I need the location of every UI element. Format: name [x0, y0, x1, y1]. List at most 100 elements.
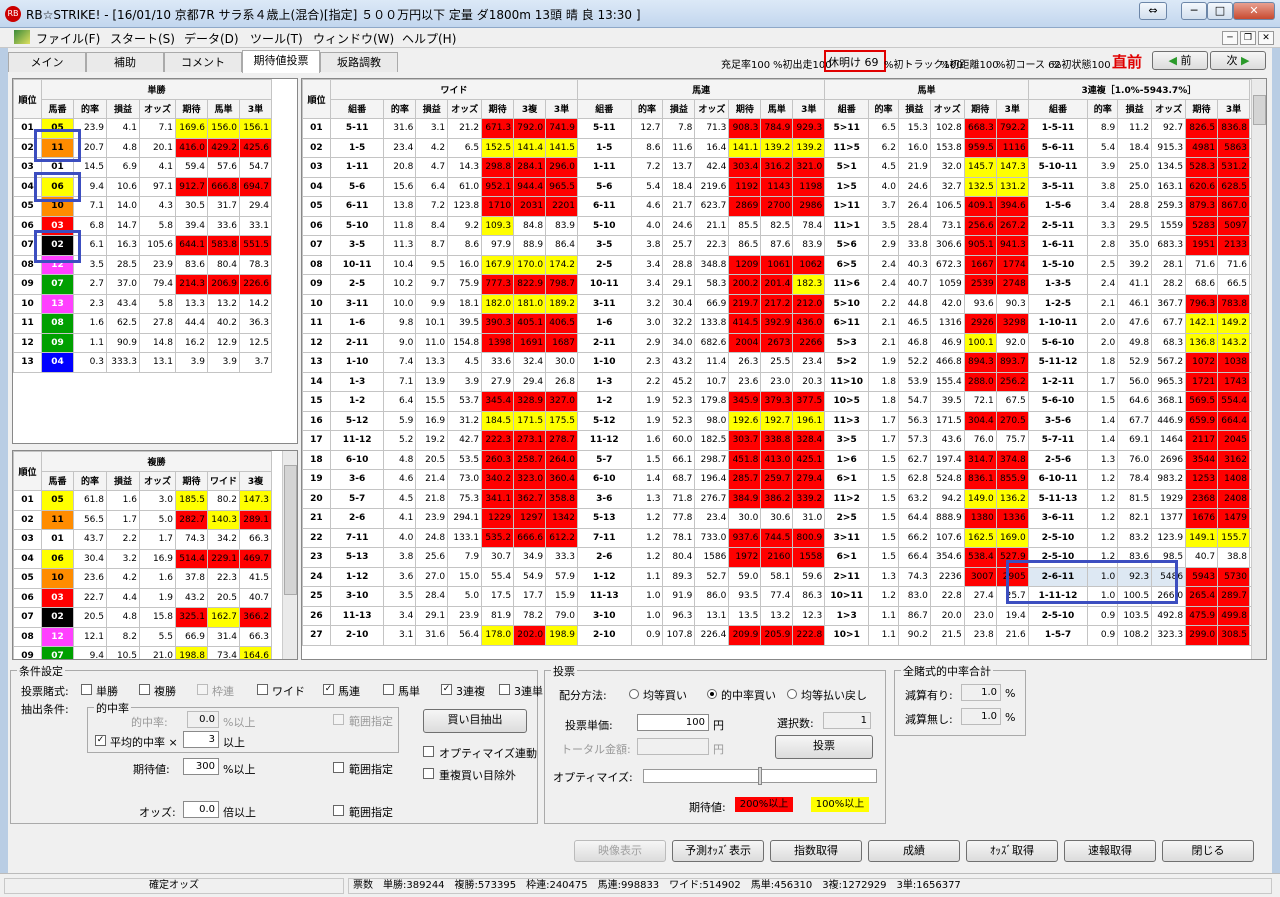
- table-row[interactable]: 09 07 9.4 10.5 21.0 198.8 73.4 164.6: [13, 646, 273, 659]
- expect-input[interactable]: [183, 758, 219, 775]
- results-button[interactable]: 成績: [868, 840, 960, 862]
- combo-scrollbar[interactable]: [1251, 79, 1266, 659]
- table-row[interactable]: 06 5-10 11.8 8.4 9.2 109.3 84.8 83.9 5-10 4.0 24.6…: [302, 215, 1266, 236]
- table-row[interactable]: 10 13 2.3 43.4 5.8 13.3 13.2 14.2: [13, 293, 272, 314]
- index-fetch-button[interactable]: 指数取得: [770, 840, 862, 862]
- dedupe-checkbox[interactable]: [423, 768, 434, 779]
- prev-button[interactable]: ◀ 前: [1152, 51, 1208, 70]
- table-row[interactable]: 01 05 61.8 1.6 3.0 185.5 80.2 147.3: [13, 490, 273, 511]
- table-row[interactable]: 13 1-10 7.4 13.3 4.5 33.6 32.4 30.0 1-10 2.3 43.2 1…: [302, 352, 1266, 373]
- bet-checkbox-7[interactable]: [499, 684, 510, 695]
- flash-fetch-button[interactable]: 速報取得: [1064, 840, 1156, 862]
- total-input[interactable]: [637, 738, 709, 755]
- table-row[interactable]: 07 02 20.5 4.8 15.8 325.1 162.7 366.2: [13, 607, 273, 628]
- place-scrollbar[interactable]: [282, 451, 297, 659]
- maximize-icon[interactable]: □: [1207, 2, 1233, 20]
- menu-tools[interactable]: ツール(T): [250, 30, 303, 47]
- table-row[interactable]: 14 1-3 7.1 13.9 3.9 27.9 29.4 26.8 1-3 2.2 45.2 10.…: [302, 371, 1266, 392]
- table-row[interactable]: 02 11 56.5 1.7 5.0 282.7 140.3 289.1: [13, 509, 273, 530]
- bet-checkbox-0[interactable]: [81, 684, 92, 695]
- table-row[interactable]: 11 08 1.6 62.5 27.8 44.4 40.2 36.3: [13, 313, 272, 334]
- unit-input[interactable]: [637, 714, 709, 731]
- table-row[interactable]: 07 3-5 11.3 8.7 8.6 97.9 88.9 86.4 3-5 3.8 25.7 22.…: [302, 235, 1266, 256]
- mdi-minimize-icon[interactable]: ─: [1222, 31, 1238, 45]
- avg-hit-checkbox[interactable]: ✓: [95, 735, 106, 746]
- tab-comment[interactable]: コメント: [164, 52, 242, 72]
- table-row[interactable]: 27 2-10 3.1 31.6 56.4 178.0 202.0 198.9 2-10 0.9 1…: [302, 625, 1266, 646]
- odds-input[interactable]: [183, 801, 219, 818]
- hit-rate-input[interactable]: [187, 711, 219, 728]
- method-radio-hitrate[interactable]: [707, 689, 717, 699]
- range-checkbox-1[interactable]: [333, 714, 344, 725]
- tab-aux[interactable]: 補助: [86, 52, 164, 72]
- table-row[interactable]: 20 5-7 4.5 21.8 75.3 341.1 362.7 358.8 3-6 1.3 71.…: [302, 488, 1266, 509]
- table-row[interactable]: 03 01 43.7 2.2 1.7 74.3 34.2 66.3: [13, 529, 273, 550]
- table-row[interactable]: 01 5-11 31.6 3.1 21.2 671.3 792.0 741.9 5-11 12.7…: [302, 118, 1266, 139]
- wide-cell: 10-11: [329, 254, 385, 275]
- place-cell: 162.7: [206, 607, 241, 628]
- menu-start[interactable]: スタート(S): [110, 30, 175, 47]
- table-row[interactable]: 13 04 0.3 333.3 13.1 3.9 3.9 3.7: [13, 352, 272, 373]
- quinella-cell: 196.1: [792, 410, 826, 431]
- table-row[interactable]: 08 12 12.1 8.2 5.5 66.9 31.4 66.3: [13, 626, 273, 647]
- close-button[interactable]: 閉じる: [1162, 840, 1254, 862]
- restore-icon[interactable]: ⇔: [1139, 2, 1167, 20]
- vote-button[interactable]: 投票: [775, 735, 873, 759]
- predict-odds-button[interactable]: 予測ｵｯｽﾞ表示: [672, 840, 764, 862]
- avg-hit-input[interactable]: [183, 731, 219, 748]
- table-row[interactable]: 09 2-5 10.2 9.7 75.9 777.3 822.9 798.7 10-11 3.4 2…: [302, 274, 1266, 295]
- bet-checkbox-2[interactable]: [197, 684, 208, 695]
- table-row[interactable]: 02 1-5 23.4 4.2 6.5 152.5 141.4 141.5 1-5 8.6 11.6…: [302, 137, 1266, 158]
- table-row[interactable]: 03 1-11 20.8 4.7 14.3 298.8 284.1 296.0 1-11 7.2 1…: [302, 157, 1266, 178]
- table-row[interactable]: 08 10-11 10.4 9.5 16.0 167.9 170.0 174.2 2-5 3.4 2…: [302, 254, 1266, 275]
- video-button[interactable]: 映像表示: [574, 840, 666, 862]
- bet-checkbox-6[interactable]: ✓: [441, 684, 452, 695]
- table-row[interactable]: 12 2-11 9.0 11.0 154.8 1398 1691 1687 2-11 2.9 34.…: [302, 332, 1266, 353]
- optimize-slider[interactable]: [643, 767, 877, 785]
- method-radio-equal[interactable]: [629, 689, 639, 699]
- table-row[interactable]: 15 1-2 6.4 15.5 53.7 345.4 328.9 327.0 1-2 1.9 52.…: [302, 391, 1266, 412]
- tab-hill-training[interactable]: 坂路調教: [320, 52, 398, 72]
- minimize-icon[interactable]: ─: [1181, 2, 1207, 20]
- table-row[interactable]: 17 11-12 5.2 19.2 42.7 222.3 273.1 278.7 11-12 1.…: [302, 430, 1266, 451]
- table-row[interactable]: 04 5-6 15.6 6.4 61.0 952.1 944.4 965.5 5-6 5.4 18.…: [302, 176, 1266, 197]
- range-checkbox-3[interactable]: [333, 805, 344, 816]
- method-radio-payout[interactable]: [787, 689, 797, 699]
- table-row[interactable]: 21 2-6 4.1 23.9 294.1 1229 1297 1342 5-13 1.2 77.8…: [302, 508, 1266, 529]
- close-icon[interactable]: ✕: [1233, 2, 1275, 20]
- range-checkbox-2[interactable]: [333, 762, 344, 773]
- menu-data[interactable]: データ(D): [184, 30, 239, 47]
- table-row[interactable]: 10 3-11 10.0 9.9 18.1 182.0 181.0 189.2 3-11 3.2 3…: [302, 293, 1266, 314]
- quinella-cell: 1-12: [577, 566, 632, 587]
- optimize-link-checkbox[interactable]: [423, 746, 434, 757]
- slider-thumb[interactable]: [758, 767, 762, 785]
- table-row[interactable]: 22 7-11 4.0 24.8 133.1 535.2 666.6 612.2 7-11 1.2…: [302, 527, 1266, 548]
- table-row[interactable]: 18 6-10 4.8 20.5 53.5 260.3 258.7 264.0 5-7 1.5 66…: [302, 449, 1266, 470]
- tab-expected-vote[interactable]: 期待値投票: [242, 50, 320, 73]
- table-row[interactable]: 19 3-6 4.6 21.4 73.0 340.2 323.0 360.4 6-10 1.4 68…: [302, 469, 1266, 490]
- table-row[interactable]: 05 6-11 13.8 7.2 123.8 1710 2031 2201 6-11 4.6 21.…: [302, 196, 1266, 217]
- tab-main[interactable]: メイン: [8, 52, 86, 72]
- table-row[interactable]: 06 03 22.7 4.4 1.9 43.2 20.5 40.7: [13, 587, 273, 608]
- table-row[interactable]: 11 1-6 9.8 10.1 39.5 390.3 405.1 406.5 1-6 3.0 32.…: [302, 313, 1266, 334]
- next-button[interactable]: 次 ▶: [1210, 51, 1266, 70]
- table-row[interactable]: 12 09 1.1 90.9 14.8 16.2 12.9 12.5: [13, 332, 272, 353]
- wide-cell: 28.4: [415, 586, 449, 607]
- menu-window[interactable]: ウィンドウ(W): [313, 30, 394, 47]
- extract-button[interactable]: 買い目抽出: [423, 709, 527, 733]
- table-row[interactable]: 05 10 23.6 4.2 1.6 37.8 22.3 41.5: [13, 568, 273, 589]
- menu-file[interactable]: ファイル(F): [36, 30, 100, 47]
- quinella-cell: 10.7: [694, 371, 730, 392]
- bet-checkbox-3[interactable]: [257, 684, 268, 695]
- odds-fetch-button[interactable]: ｵｯｽﾞ取得: [966, 840, 1058, 862]
- mdi-close-icon[interactable]: ✕: [1258, 31, 1274, 45]
- bet-checkbox-5[interactable]: [383, 684, 394, 695]
- table-row[interactable]: 16 5-12 5.9 16.9 31.2 184.5 171.5 175.5 5-12 1.9 5…: [302, 410, 1266, 431]
- bet-checkbox-4[interactable]: ✓: [323, 684, 334, 695]
- table-row[interactable]: 26 11-13 3.4 29.1 23.9 81.9 78.2 79.0 3-10 1.0 96.…: [302, 605, 1266, 626]
- table-row[interactable]: 09 07 2.7 37.0 79.4 214.3 206.9 226.6: [13, 274, 272, 295]
- table-row[interactable]: 04 06 30.4 3.2 16.9 514.4 229.1 469.7: [13, 548, 273, 569]
- menu-help[interactable]: ヘルプ(H): [402, 30, 456, 47]
- mdi-restore-icon[interactable]: ❐: [1240, 31, 1256, 45]
- bet-checkbox-1[interactable]: [139, 684, 150, 695]
